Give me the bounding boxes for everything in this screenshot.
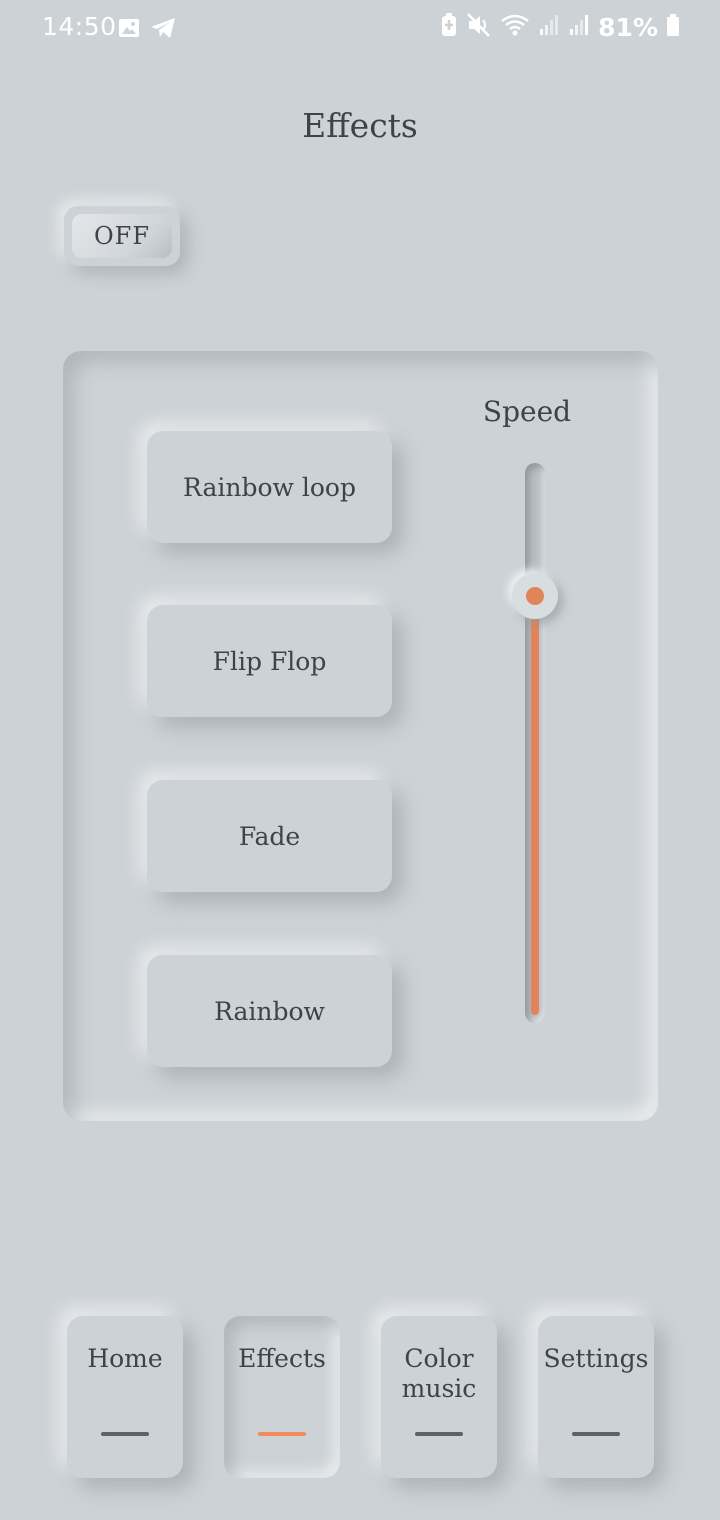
image-icon [118,17,140,43]
effect-button-fade[interactable]: Fade [147,780,392,892]
tab-color-music[interactable]: Color music [381,1316,497,1478]
speed-slider-fill [531,596,539,1015]
mute-icon [466,12,492,42]
battery-saver-icon [440,12,458,42]
status-time: 14:50 [42,12,117,41]
battery-percent: 81% [598,12,658,42]
battery-icon [666,13,680,41]
effect-button-flip-flop[interactable]: Flip Flop [147,605,392,717]
wifi-icon [500,12,530,42]
telegram-icon [150,16,176,44]
bottom-nav: Home Effects Color music Settings [0,1316,720,1478]
signal-icon [538,13,560,41]
status-bar: 14:50 81% [0,0,720,56]
tab-settings[interactable]: Settings [538,1316,654,1478]
screen: 14:50 81% Effects OFF Rainbow loop Flip … [0,0,720,1520]
status-right: 81% [440,12,680,42]
signal-icon-2 [568,13,590,41]
tab-color-music-label: Color music [401,1344,477,1403]
effects-panel: Rainbow loop Flip Flop Fade Rainbow Spee… [63,351,658,1121]
speed-slider-track[interactable] [525,463,545,1023]
effect-button-rainbow-loop[interactable]: Rainbow loop [147,431,392,543]
power-toggle-label: OFF [72,214,172,258]
tab-settings-indicator [572,1432,620,1436]
tab-effects-label: Effects [238,1344,326,1373]
tab-home-indicator [101,1432,149,1436]
tab-effects[interactable]: Effects [224,1316,340,1478]
effect-button-rainbow[interactable]: Rainbow [147,955,392,1067]
tab-home-label: Home [87,1344,163,1373]
power-toggle[interactable]: OFF [64,206,180,266]
page-title: Effects [302,106,418,145]
tab-settings-label: Settings [543,1344,649,1373]
speed-label: Speed [482,395,572,428]
status-left-icons [118,16,176,44]
tab-effects-indicator [258,1432,306,1436]
tab-home[interactable]: Home [67,1316,183,1478]
speed-slider-thumb[interactable] [512,573,558,620]
tab-color-music-indicator [415,1432,463,1436]
speed-thumb-dot [526,587,544,606]
